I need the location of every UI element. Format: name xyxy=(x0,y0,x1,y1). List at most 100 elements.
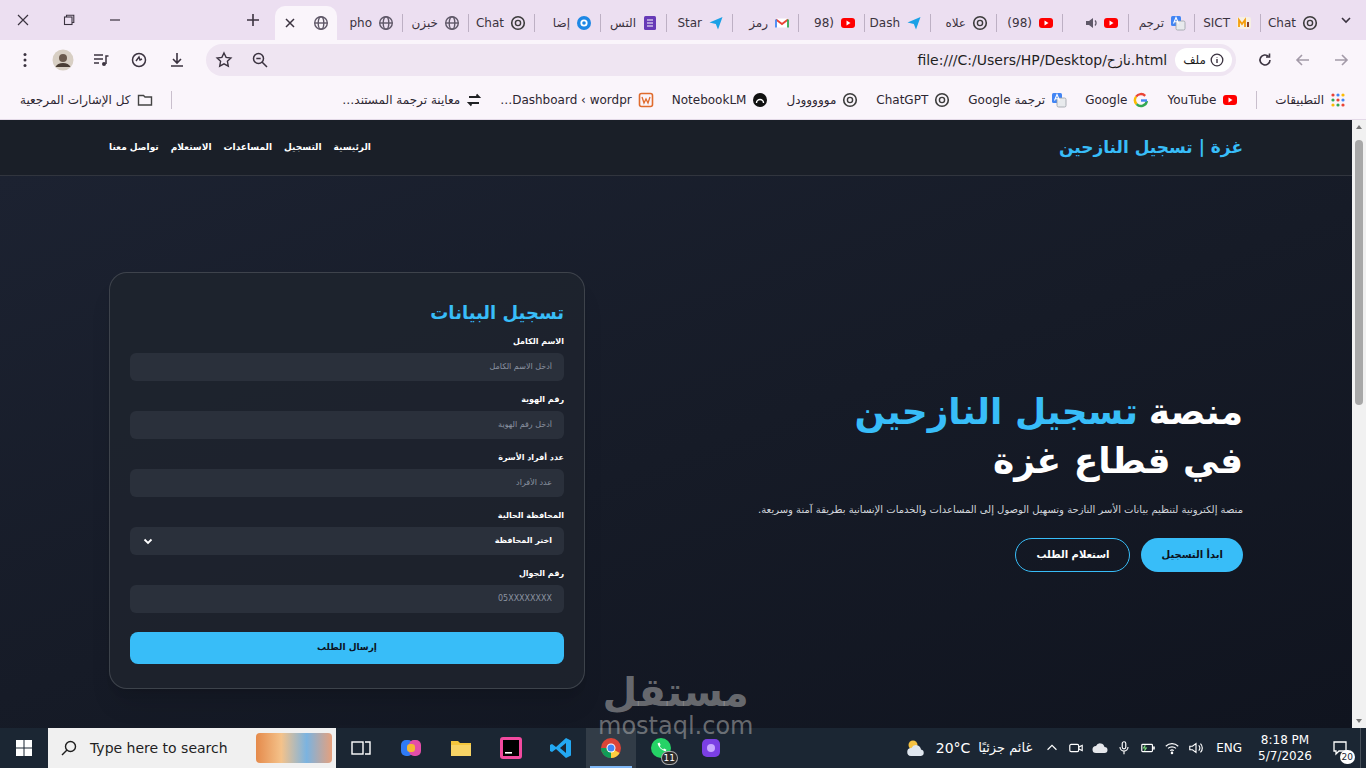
weather-widget[interactable]: 20°Cغائم جزئيًا xyxy=(896,737,1040,759)
browser-tab[interactable]: Chat xyxy=(469,6,534,40)
browser-tab[interactable]: التس xyxy=(601,6,666,40)
tab-search-chevron-icon[interactable] xyxy=(1326,4,1366,36)
tab-strip: ChatSICTترجم(98)علاهDash(98رمزStarالتسإض… xyxy=(0,0,1366,40)
nav-link[interactable]: الاستعلام xyxy=(171,141,212,155)
camera-icon[interactable] xyxy=(1064,728,1088,768)
arrow-icon xyxy=(708,15,724,31)
show-hidden-icons-icon[interactable] xyxy=(1040,728,1064,768)
battery-icon[interactable] xyxy=(1136,728,1160,768)
tab-separator xyxy=(1194,14,1195,32)
browser-tab[interactable]: علاه xyxy=(931,6,996,40)
hero-title-line: في قطاع غزة xyxy=(855,437,1243,486)
browser-tab[interactable]: إضا xyxy=(535,6,600,40)
browser-tab[interactable]: خبزن xyxy=(403,6,468,40)
google-icon xyxy=(1133,92,1149,108)
browser-menu-icon[interactable] xyxy=(8,44,42,76)
bookmark-item[interactable]: YouTube xyxy=(1159,86,1246,114)
windows-start-icon[interactable] xyxy=(0,728,48,768)
taskbar-app[interactable] xyxy=(686,728,736,768)
nav-link[interactable]: التسجيل xyxy=(284,141,322,155)
browser-tab[interactable]: Star xyxy=(667,6,732,40)
address-bar[interactable]: ملفfile:///C:/Users/HP/Desktop/نازح.html xyxy=(206,44,1236,76)
extension-icon[interactable] xyxy=(122,44,156,76)
profile-avatar-icon[interactable] xyxy=(46,44,80,76)
browser-tab[interactable]: ترجم xyxy=(1129,6,1194,40)
start-registration-button[interactable]: ابدأ التسجيل xyxy=(1141,538,1243,572)
microphone-icon[interactable] xyxy=(1112,728,1136,768)
browser-tab[interactable]: Chat xyxy=(1261,6,1326,40)
desktop-screen: ChatSICTترجم(98)علاهDash(98رمزStarالتسإض… xyxy=(0,0,1366,768)
zoom-icon[interactable] xyxy=(246,46,274,74)
close-tab-icon[interactable] xyxy=(283,16,297,30)
bookmark-item[interactable]: Dashboard ‹ wordpr… xyxy=(492,86,662,114)
taskbar-app[interactable] xyxy=(586,728,636,768)
tab-separator xyxy=(930,14,931,32)
tab-title: Chat xyxy=(476,14,504,32)
taskbar-app[interactable] xyxy=(486,728,536,768)
browser-tab[interactable]: رمز xyxy=(733,6,798,40)
new-tab-icon[interactable] xyxy=(235,4,271,36)
taskbar-app[interactable]: 11 xyxy=(636,728,686,768)
nav-link[interactable]: تواصل معنا xyxy=(109,141,159,155)
reload-icon[interactable] xyxy=(1248,44,1282,76)
text-input[interactable] xyxy=(130,353,564,381)
scroll-up-icon[interactable] xyxy=(1355,120,1363,134)
text-input[interactable] xyxy=(130,585,564,613)
close-window-icon[interactable] xyxy=(0,0,46,40)
taskbar-search[interactable]: Type here to search xyxy=(48,728,336,768)
hero-description: منصة إلكترونية لتنظيم بيانات الأسر الناز… xyxy=(758,502,1243,518)
all-bookmarks-label: كل الإشارات المرجعية xyxy=(20,91,131,109)
page-scrollbar[interactable] xyxy=(1352,120,1366,728)
scrollbar-thumb[interactable] xyxy=(1355,140,1363,405)
browser-tab[interactable] xyxy=(275,6,337,40)
input-language[interactable]: ENG xyxy=(1208,739,1250,757)
forward-icon xyxy=(1286,44,1320,76)
browser-tab[interactable]: (98) xyxy=(997,6,1062,40)
globe-icon xyxy=(313,15,329,31)
youtube-icon xyxy=(1038,15,1054,31)
wifi-icon[interactable] xyxy=(1160,728,1184,768)
taskbar-app[interactable] xyxy=(336,728,386,768)
app-badge: 11 xyxy=(661,751,678,765)
restore-icon[interactable] xyxy=(46,0,92,40)
text-input[interactable] xyxy=(130,469,564,497)
all-bookmarks-button[interactable]: كل الإشارات المرجعية xyxy=(12,86,161,114)
translate-icon xyxy=(1170,15,1186,31)
bookmark-item[interactable]: NotebookLM xyxy=(664,86,777,114)
volume-icon[interactable] xyxy=(1184,728,1208,768)
text-input[interactable] xyxy=(130,411,564,439)
bookmark-item[interactable]: التطبيقات xyxy=(1267,86,1354,114)
bookmark-star-icon[interactable] xyxy=(210,46,238,74)
media-controls-icon[interactable] xyxy=(84,44,118,76)
bookmark-item[interactable]: Google xyxy=(1077,86,1157,114)
browser-tab[interactable]: SICT xyxy=(1195,6,1260,40)
site-info-chip[interactable]: ملف xyxy=(1175,48,1232,72)
browser-tab[interactable]: (98 xyxy=(799,6,864,40)
check-request-button[interactable]: استعلام الطلب xyxy=(1015,538,1130,572)
taskbar-app[interactable] xyxy=(436,728,486,768)
bookmark-item[interactable]: ترجمة Google xyxy=(960,86,1075,114)
notification-center[interactable]: 20 xyxy=(1320,728,1360,768)
taskbar-app[interactable] xyxy=(536,728,586,768)
site-logo[interactable]: غزة | تسجيل النازحين xyxy=(1059,135,1243,161)
bookmark-item[interactable]: مووووودل xyxy=(778,86,866,114)
taskbar-clock[interactable]: 8:18 PM5/7/2026 xyxy=(1250,732,1320,764)
browser-tab[interactable]: Dash xyxy=(865,6,930,40)
nav-link[interactable]: الرئيسية xyxy=(334,141,371,155)
onedrive-icon[interactable] xyxy=(1088,728,1112,768)
taskbar-app[interactable] xyxy=(386,728,436,768)
bookmark-item[interactable]: ChatGPT xyxy=(868,86,958,114)
submit-button[interactable]: إرسال الطلب xyxy=(130,632,564,664)
nav-link[interactable]: المساعدات xyxy=(224,141,273,155)
governorate-select[interactable]: اختر المحافظة xyxy=(130,527,564,555)
bookmark-item[interactable]: معاينة ترجمة المستند… xyxy=(334,86,490,114)
browser-tab[interactable]: pho xyxy=(337,6,402,40)
target-icon xyxy=(576,15,592,31)
browser-tab[interactable] xyxy=(1063,6,1128,40)
minimize-icon[interactable] xyxy=(92,0,138,40)
show-desktop-button[interactable] xyxy=(1360,728,1366,768)
download-icon[interactable] xyxy=(160,44,194,76)
tab-title: علاه xyxy=(945,14,966,32)
weather-icon xyxy=(904,737,928,759)
scroll-down-icon[interactable] xyxy=(1355,714,1363,728)
